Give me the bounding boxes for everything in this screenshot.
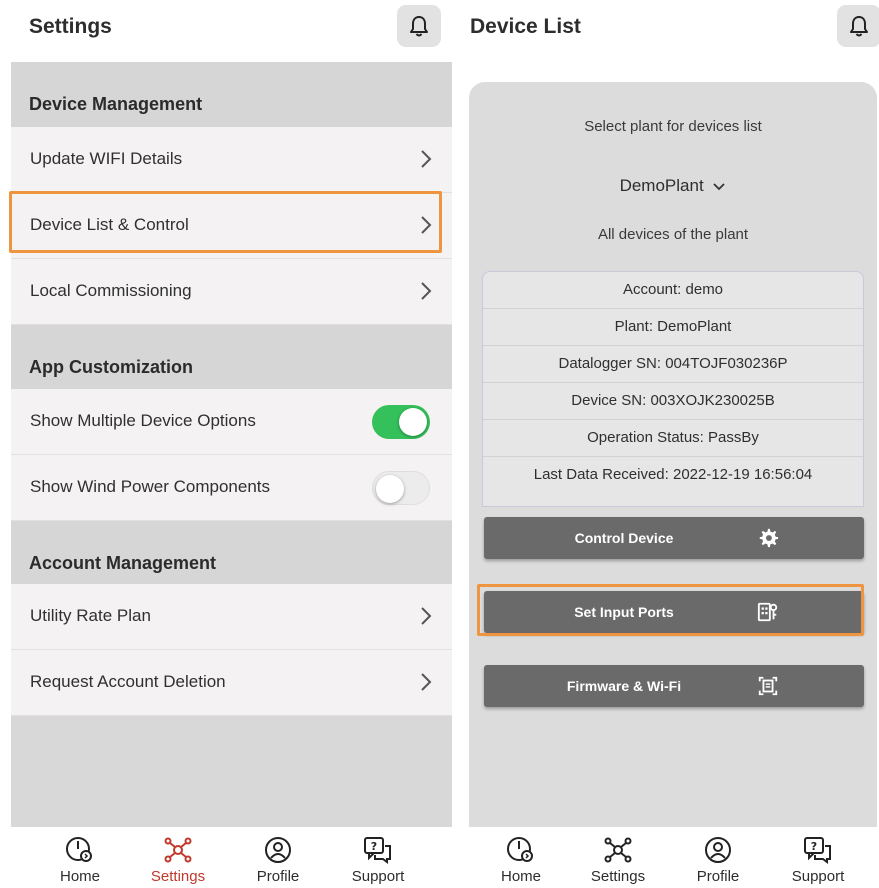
- profile-icon: [705, 837, 731, 863]
- bell-icon: [850, 16, 868, 37]
- highlight-box-set-input-ports: [477, 584, 864, 636]
- chevron-right-icon: [421, 673, 432, 691]
- section-title: Account Management: [29, 553, 217, 573]
- settings-network-icon: [604, 837, 632, 863]
- bottom-nav: Home Settings Profile ? Support: [0, 827, 452, 888]
- page-title: Device List: [470, 15, 581, 38]
- settings-list: Device Management Update WIFI Details De…: [11, 62, 452, 827]
- toggle-knob: [376, 475, 404, 503]
- nav-settings[interactable]: Settings: [133, 835, 223, 885]
- info-device-sn: Device SN: 003XOJK230025B: [483, 383, 863, 420]
- notifications-button[interactable]: [837, 5, 879, 47]
- settings-toggle-row-wind-power: Show Wind Power Components: [11, 455, 452, 521]
- settings-item-utility-rate-plan[interactable]: Utility Rate Plan: [11, 584, 452, 650]
- bottom-nav: Home Settings Profile ? Support: [452, 827, 879, 888]
- device-info-box: Account: demo Plant: DemoPlant Datalogge…: [482, 271, 864, 507]
- all-devices-label: All devices of the plant: [597, 226, 749, 243]
- chevron-down-icon: [713, 182, 726, 190]
- highlight-box-device-list-control: [9, 191, 442, 253]
- nav-label: Support: [351, 868, 405, 885]
- button-label: Firmware & Wi-Fi: [566, 678, 682, 694]
- info-plant: Plant: DemoPlant: [483, 309, 863, 346]
- control-device-button[interactable]: Control Device: [484, 517, 864, 559]
- settings-item-update-wifi[interactable]: Update WIFI Details: [11, 127, 452, 193]
- section-title: Device Management: [29, 94, 203, 114]
- gear-icon: [759, 528, 779, 548]
- toggle-label: Show Wind Power Components: [30, 477, 271, 496]
- chevron-right-icon: [421, 150, 432, 168]
- nav-support[interactable]: ? Support: [773, 835, 863, 885]
- chevron-right-icon: [421, 607, 432, 625]
- toggle-knob: [399, 408, 427, 436]
- nav-profile[interactable]: Profile: [673, 835, 763, 885]
- nav-label: Settings: [590, 868, 646, 885]
- selected-plant-value: DemoPlant: [619, 176, 704, 195]
- support-chat-icon: ?: [804, 837, 831, 864]
- firmware-scan-icon: [758, 676, 778, 696]
- settings-item-label: Local Commissioning: [30, 281, 192, 300]
- nav-profile[interactable]: Profile: [233, 835, 323, 885]
- settings-item-label: Request Account Deletion: [30, 672, 226, 691]
- info-operation-status: Operation Status: PassBy: [483, 420, 863, 457]
- settings-item-label: Update WIFI Details: [30, 149, 183, 168]
- page-title: Settings: [29, 15, 112, 38]
- select-plant-label: Select plant for devices list: [584, 118, 762, 135]
- settings-item-local-commissioning[interactable]: Local Commissioning: [11, 259, 452, 325]
- firmware-wifi-button[interactable]: Firmware & Wi-Fi: [484, 665, 864, 707]
- nav-label: Home: [59, 868, 100, 885]
- nav-label: Home: [500, 868, 541, 885]
- support-chat-icon: ?: [364, 837, 391, 864]
- nav-home[interactable]: Home: [476, 835, 566, 885]
- settings-toggle-row-multiple-device: Show Multiple Device Options: [11, 389, 452, 455]
- section-header-device-management: Device Management: [11, 62, 452, 127]
- nav-support[interactable]: ? Support: [333, 835, 423, 885]
- chevron-right-icon: [421, 282, 432, 300]
- device-card: Select plant for devices list DemoPlant …: [469, 82, 877, 827]
- info-last-data-received: Last Data Received: 2022-12-19 16:56:04: [533, 466, 813, 483]
- bell-icon: [410, 16, 428, 37]
- home-gauge-icon: [507, 837, 533, 862]
- settings-item-label: Utility Rate Plan: [30, 606, 151, 625]
- device-list-header: Device List: [452, 0, 879, 62]
- nav-label: Support: [791, 868, 845, 885]
- home-gauge-icon: [66, 837, 92, 862]
- svg-text:?: ?: [371, 840, 377, 853]
- info-account: Account: demo: [483, 272, 863, 309]
- plant-dropdown[interactable]: DemoPlant: [469, 176, 877, 196]
- toggle-label: Show Multiple Device Options: [30, 411, 256, 430]
- info-datalogger-sn: Datalogger SN: 004TOJF030236P: [483, 346, 863, 383]
- settings-network-icon: [164, 837, 192, 863]
- button-label: Control Device: [574, 530, 674, 546]
- nav-label: Profile: [256, 868, 300, 885]
- nav-label: Settings: [150, 868, 206, 885]
- nav-settings[interactable]: Settings: [573, 835, 663, 885]
- nav-label: Profile: [696, 868, 740, 885]
- settings-header: Settings: [0, 0, 452, 62]
- settings-item-request-account-deletion[interactable]: Request Account Deletion: [11, 650, 452, 716]
- profile-icon: [265, 837, 291, 863]
- wind-power-components-toggle[interactable]: [372, 471, 430, 505]
- device-list-screen: Device List Select plant for devices lis…: [452, 0, 879, 888]
- section-title: App Customization: [29, 357, 193, 377]
- multiple-device-options-toggle[interactable]: [372, 405, 430, 439]
- nav-home[interactable]: Home: [35, 835, 125, 885]
- section-header-app-customization: App Customization: [11, 325, 452, 390]
- notifications-button[interactable]: [397, 5, 441, 47]
- svg-text:?: ?: [811, 840, 817, 853]
- section-header-account-management: Account Management: [11, 521, 452, 586]
- settings-screen: Settings Device Management Update WIFI D…: [0, 0, 452, 888]
